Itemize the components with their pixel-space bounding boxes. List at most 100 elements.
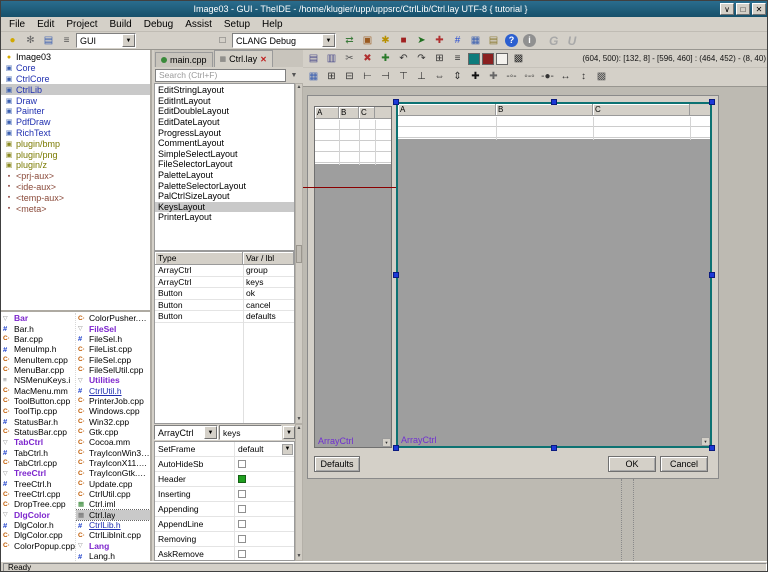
property-value-combo[interactable]: default ▼	[235, 444, 294, 455]
layout-list-item[interactable]: FileSelectorLayout	[155, 159, 294, 170]
tab-main-cpp[interactable]: main.cpp	[155, 52, 213, 67]
defaults-button[interactable]: Defaults	[314, 456, 360, 472]
align-top-icon[interactable]: ⊤	[395, 70, 412, 85]
debug-icon[interactable]: ✚	[431, 33, 448, 48]
layout-list-item[interactable]: PalCtrlSizeLayout	[155, 191, 294, 202]
property-row[interactable]: Appending ▼	[155, 502, 294, 517]
property-checkbox[interactable]	[238, 460, 246, 468]
menu-item[interactable]: File	[3, 18, 31, 31]
folder-icon[interactable]: ▤	[485, 33, 502, 48]
main-package-icon[interactable]: ●	[4, 33, 21, 48]
menu-item[interactable]: Project	[60, 18, 103, 31]
file-item[interactable]: DlgColor.h	[1, 520, 75, 530]
setup-icon[interactable]: ✻	[22, 33, 39, 48]
var-name-input[interactable]: keys	[219, 425, 282, 440]
designer-canvas[interactable]: ABC ArrayCtrl ▼ ABC ArrayCtrl ▼	[303, 87, 768, 561]
white-color-swatch[interactable]	[496, 53, 508, 65]
selection-handle[interactable]	[709, 272, 715, 278]
delete-item-icon[interactable]: ✖	[359, 51, 376, 66]
layout-list-item[interactable]: PrinterLayout	[155, 212, 294, 223]
stop-icon[interactable]: ■	[395, 33, 412, 48]
file-item[interactable]: Lang.h	[76, 551, 150, 561]
matrix-icon[interactable]: ⊞	[431, 51, 448, 66]
property-row[interactable]: Header ▼	[155, 472, 294, 487]
package-tree-item[interactable]: Core	[1, 63, 150, 74]
scrollbar-thumb[interactable]	[296, 245, 302, 263]
cancel-button[interactable]: Cancel	[660, 456, 708, 472]
maximize-button[interactable]: □	[736, 3, 750, 15]
cut-icon[interactable]: ✂	[341, 51, 358, 66]
column-header[interactable]: C	[593, 104, 690, 115]
property-row[interactable]: Inserting ▼	[155, 487, 294, 502]
column-header[interactable]: C	[359, 107, 375, 118]
file-item[interactable]: TrayIconWin32.cpp	[76, 447, 150, 457]
layout-list-item[interactable]: EditIntLayout	[155, 96, 294, 107]
arrayctrl-group-widget[interactable]: ABC ArrayCtrl ▼	[314, 106, 392, 448]
file-item[interactable]: TabCtrl	[1, 437, 75, 447]
file-item[interactable]: Update.cpp	[76, 479, 150, 489]
menu-item[interactable]: Debug	[138, 18, 179, 31]
file-item[interactable]: Win32.cpp	[76, 416, 150, 426]
add-item-icon[interactable]: ✚	[377, 51, 394, 66]
file-item[interactable]: ToolButton.cpp	[1, 396, 75, 406]
file-item[interactable]: FileSelUtil.cpp	[76, 365, 150, 375]
layout-list-item[interactable]: PaletteLayout	[155, 170, 294, 181]
column-header[interactable]: B	[339, 107, 359, 118]
file-item[interactable]: Cocoa.mm	[76, 437, 150, 447]
file-item[interactable]: CtrlUtil.h	[76, 385, 150, 395]
file-item[interactable]: NSMenuKeys.i	[1, 375, 75, 385]
menu-item[interactable]: Setup	[218, 18, 256, 31]
package-tree-item[interactable]: Image03	[1, 52, 150, 63]
arrayctrl-keys-widget[interactable]: ABC ArrayCtrl ▼	[396, 102, 712, 448]
ctrl-table-row[interactable]: ArrayCtrl keys	[155, 277, 294, 289]
file-item[interactable]: StatusBar.h	[1, 416, 75, 426]
package-tree-item[interactable]: plugin/z	[1, 160, 150, 171]
build-method-combo[interactable]: CLANG Debug ▼	[232, 33, 336, 48]
package-tree-item[interactable]: Draw	[1, 95, 150, 106]
spring-mid-icon[interactable]: ◦-◦	[521, 70, 538, 85]
selection-handle[interactable]	[709, 99, 715, 105]
file-item[interactable]: Gtk.cpp	[76, 427, 150, 437]
package-tree-item[interactable]: <ide-aux>	[1, 182, 150, 193]
move-all-icon[interactable]: ✚	[485, 70, 502, 85]
layout-designer-icon[interactable]: ▦	[467, 33, 484, 48]
file-item[interactable]: DlgColor.cpp	[1, 530, 75, 540]
file-item[interactable]: TabCtrl.h	[1, 447, 75, 457]
property-checkbox[interactable]	[238, 535, 246, 543]
add-row-icon[interactable]: ⊞	[323, 70, 340, 85]
file-item[interactable]: ColorPopup.cpp	[1, 541, 75, 551]
package-tree-item[interactable]: RichText	[1, 128, 150, 139]
file-item[interactable]: TreeCtrl.h	[1, 479, 75, 489]
copy-icon[interactable]: ▥	[323, 51, 340, 66]
spring-left-icon[interactable]: -◦-	[503, 70, 520, 85]
file-item[interactable]: DlgColor	[1, 510, 75, 520]
file-item[interactable]: Windows.cpp	[76, 406, 150, 416]
file-item[interactable]: MenuItem.cpp	[1, 354, 75, 364]
layout-list-item[interactable]: SimpleSelectLayout	[155, 149, 294, 160]
file-item[interactable]: TreeCtrl	[1, 468, 75, 478]
selection-handle[interactable]	[551, 99, 557, 105]
property-grid-scrollbar[interactable]: ▲ ▼	[295, 424, 303, 561]
scroll-up-icon[interactable]: ▲	[297, 425, 302, 432]
menu-item[interactable]: Edit	[31, 18, 60, 31]
ok-button[interactable]: OK	[608, 456, 656, 472]
column-header[interactable]: A	[398, 104, 496, 115]
scroll-down-icon[interactable]: ▼	[297, 553, 302, 560]
selection-handle[interactable]	[393, 445, 399, 451]
grid-icon[interactable]: ▦	[305, 70, 322, 85]
layout-list-item[interactable]: EditDateLayout	[155, 117, 294, 128]
selection-handle[interactable]	[709, 445, 715, 451]
property-checkbox[interactable]	[238, 520, 246, 528]
layout-list-item[interactable]: EditStringLayout	[155, 85, 294, 96]
package-tree-item[interactable]: CtrlCore	[1, 74, 150, 85]
tab-ctrl-lay[interactable]: ▦ Ctrl.lay ✕	[214, 50, 273, 67]
property-row[interactable]: AutoHideSb ▼	[155, 457, 294, 472]
layout-list-item[interactable]: KeysLayout	[155, 202, 294, 213]
workspace-icon[interactable]: ≡	[58, 33, 75, 48]
package-tree-item[interactable]: PdfDraw	[1, 117, 150, 128]
package-combo[interactable]: GUI ▼	[76, 33, 136, 48]
align-right-icon[interactable]: ⊣	[377, 70, 394, 85]
layout-list-scrollbar[interactable]: ▲ ▼	[295, 83, 303, 424]
ctrl-table-row[interactable]: Button ok	[155, 288, 294, 300]
file-item[interactable]: TreeCtrl.cpp	[1, 489, 75, 499]
